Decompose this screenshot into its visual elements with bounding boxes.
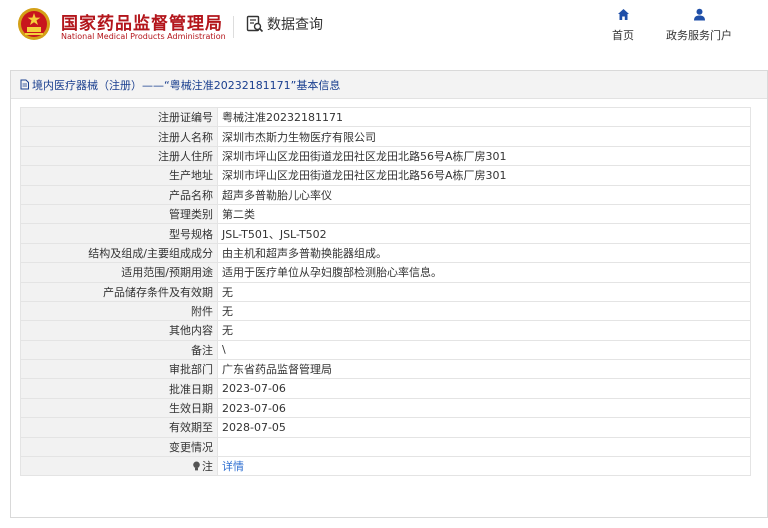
field-value: 2023-07-06 [217, 378, 751, 399]
field-label: 备注 [20, 339, 218, 361]
field-label: 产品名称 [20, 184, 218, 205]
field-label: 产品储存条件及有效期 [20, 281, 218, 302]
table-row: 其他内容无 [20, 320, 751, 341]
field-value: 第二类 [217, 203, 751, 225]
info-panel: 境内医疗器械（注册）——“粤械注准20232181171”基本信息 注册证编号粤… [10, 70, 768, 518]
field-value: 深圳市杰斯力生物医疗有限公司 [217, 126, 751, 147]
field-value: 无 [217, 320, 751, 341]
note-label: 注 [202, 460, 213, 474]
data-query-label: 数据查询 [267, 17, 323, 33]
brand-subtitle: National Medical Products Administration [61, 32, 226, 41]
data-query-link[interactable]: 数据查询 [246, 14, 323, 34]
field-label: 管理类别 [20, 203, 218, 225]
table-row: 注册证编号 粤械注准20232181171 [20, 106, 751, 128]
table-row: 生效日期 2023-07-06 [20, 397, 751, 419]
field-label: 变更情况 [20, 436, 218, 458]
note-label-cell: 注 [20, 456, 218, 477]
header-divider [233, 16, 234, 38]
home-icon [617, 9, 629, 20]
note-value-cell: 详情 [217, 456, 751, 477]
field-label: 附件 [20, 300, 218, 322]
site-header: 国家药品监督管理局 National Medical Products Admi… [0, 0, 768, 60]
table-row: 附件无 [20, 300, 751, 322]
table-row: 生产地址 深圳市坪山区龙田街道龙田社区龙田北路56号A栋厂房301 [20, 165, 751, 186]
field-value: 适用于医疗单位从孕妇腹部检测胎心率信息。 [217, 262, 751, 283]
table-row: 结构及组成/主要组成成分 由主机和超声多普勒换能器组成。 [20, 242, 751, 264]
table-row: 产品名称 超声多普勒胎儿心率仪 [20, 184, 751, 205]
lightbulb-icon [193, 461, 200, 471]
panel-title-bar: 境内医疗器械（注册）——“粤械注准20232181171”基本信息 [11, 71, 767, 99]
table-row: 管理类别 第二类 [20, 203, 751, 225]
field-value: 2028-07-05 [217, 417, 751, 438]
field-value: 广东省药品监督管理局 [217, 359, 751, 380]
field-value: 由主机和超声多普勒换能器组成。 [217, 242, 751, 264]
field-label: 批准日期 [20, 378, 218, 399]
national-emblem-icon [18, 8, 50, 40]
table-row: 型号规格 JSL-T501、JSL-T502 [20, 223, 751, 244]
table-row: 注册人名称 深圳市杰斯力生物医疗有限公司 [20, 126, 751, 147]
field-label: 注册证编号 [20, 106, 218, 128]
field-label: 生效日期 [20, 397, 218, 419]
field-value: JSL-T501、JSL-T502 [217, 223, 751, 244]
panel-title: 境内医疗器械（注册）——“粤械注准20232181171”基本信息 [32, 78, 341, 92]
table-row: 变更情况 [20, 436, 751, 458]
user-icon [693, 8, 705, 21]
field-value: 无 [217, 281, 751, 302]
table-row: 有效期至 2028-07-05 [20, 417, 751, 438]
table-row: 批准日期 2023-07-06 [20, 378, 751, 399]
field-value: 2023-07-06 [217, 397, 751, 419]
nav-service-portal-label: 政务服务门户 [666, 29, 732, 42]
nav-home[interactable]: 首页 [608, 8, 638, 43]
note-row: 注 详情 [20, 456, 751, 477]
details-link[interactable]: 详情 [222, 460, 244, 473]
field-label: 注册人住所 [20, 145, 218, 167]
table-row: 适用范围/预期用途 适用于医疗单位从孕妇腹部检测胎心率信息。 [20, 262, 751, 283]
document-icon [20, 79, 29, 90]
field-value [217, 436, 751, 458]
field-label: 审批部门 [20, 359, 218, 380]
field-label: 注册人名称 [20, 126, 218, 147]
field-label: 其他内容 [20, 320, 218, 341]
field-label: 型号规格 [20, 223, 218, 244]
field-label: 适用范围/预期用途 [20, 262, 218, 283]
field-value: 粤械注准20232181171 [217, 106, 751, 128]
table-row: 审批部门 广东省药品监督管理局 [20, 359, 751, 380]
field-value: 超声多普勒胎儿心率仪 [217, 184, 751, 205]
field-value: \ [217, 339, 751, 361]
field-value: 深圳市坪山区龙田街道龙田社区龙田北路56号A栋厂房301 [217, 145, 751, 167]
brand-title: 国家药品监督管理局 [61, 14, 223, 34]
table-row: 产品储存条件及有效期无 [20, 281, 751, 302]
info-table: 注册证编号 粤械注准20232181171 注册人名称 深圳市杰斯力生物医疗有限公司… [20, 106, 751, 477]
field-value: 无 [217, 300, 751, 322]
table-row: 备注 \ [20, 339, 751, 361]
field-label: 结构及组成/主要组成成分 [20, 242, 218, 264]
field-label: 有效期至 [20, 417, 218, 438]
nav-home-label: 首页 [612, 29, 634, 42]
nav-service-portal[interactable]: 政务服务门户 [660, 8, 738, 43]
field-label: 生产地址 [20, 165, 218, 186]
data-query-icon [246, 15, 264, 33]
table-row: 注册人住所 深圳市坪山区龙田街道龙田社区龙田北路56号A栋厂房301 [20, 145, 751, 167]
field-value: 深圳市坪山区龙田街道龙田社区龙田北路56号A栋厂房301 [217, 165, 751, 186]
